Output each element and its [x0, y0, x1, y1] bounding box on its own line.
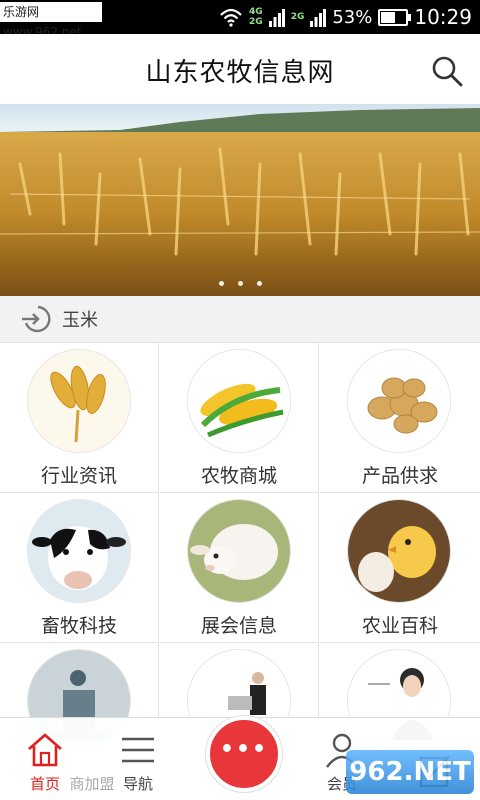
site-logo-watermark: 962.NET	[346, 750, 474, 794]
grid-item-label: 行业资讯	[40, 465, 117, 487]
carousel-dot[interactable]	[237, 281, 243, 286]
clock: 10:29	[414, 5, 472, 29]
wheat-icon	[27, 349, 131, 453]
grid-item-supply-demand[interactable]: 产品供求	[320, 343, 480, 493]
network-type-labels-2: 2G	[291, 12, 305, 22]
signal-icon-1	[268, 9, 285, 27]
corn-icon	[187, 349, 291, 453]
wifi-icon	[220, 8, 242, 27]
search-icon[interactable]	[430, 54, 464, 88]
notice-text: 玉米	[62, 310, 98, 331]
net-2g-label-2: 2G	[290, 12, 305, 22]
battery-percent: 53%	[332, 6, 373, 28]
net-4g-label: 4G	[249, 7, 263, 17]
tab-navigation[interactable]: 导航	[98, 731, 178, 794]
grid-item-industry-news[interactable]: 行业资讯	[0, 343, 159, 493]
wheat-field-image	[0, 104, 480, 296]
site-watermark: 乐游网 www.962.net	[0, 2, 102, 39]
grid-item-exhibition-info[interactable]: 展会信息	[160, 493, 319, 643]
net-2g-label: 2G	[249, 17, 263, 27]
grid-item-label: 产品供求	[361, 465, 438, 487]
app-header: 山东农牧信息网	[0, 34, 480, 105]
more-fab-button[interactable]: •••	[206, 716, 282, 792]
enter-icon	[22, 305, 51, 333]
chick-icon	[347, 499, 451, 603]
carousel-indicators[interactable]	[0, 281, 480, 286]
carousel-dot[interactable]	[256, 281, 262, 286]
cow-icon	[27, 499, 131, 603]
menu-icon	[122, 737, 154, 763]
grid-item-agri-mall[interactable]: 农牧商城	[160, 343, 319, 493]
grid-item-label: 农业百科	[361, 615, 438, 637]
notice-bar[interactable]: 玉米	[0, 296, 480, 343]
grid-item-agri-encyclopedia[interactable]: 农业百科	[320, 493, 480, 643]
grid-item-label: 农牧商城	[200, 465, 277, 487]
grid-item-label: 畜牧科技	[40, 615, 117, 637]
status-icons: 4G 2G 2G 53% 10:29	[219, 4, 472, 30]
banner-carousel[interactable]	[0, 104, 480, 296]
network-type-labels: 4G 2G	[249, 7, 263, 27]
grid-item-livestock-tech[interactable]: 畜牧科技	[0, 493, 159, 643]
potato-icon	[347, 349, 451, 453]
carousel-dot[interactable]	[218, 281, 224, 286]
more-dots-icon: •••	[219, 737, 269, 762]
grid-item-label: 展会信息	[200, 615, 277, 637]
sheep-icon	[187, 499, 291, 603]
tab-navigation-label: 导航	[122, 775, 153, 793]
signal-icon-2	[310, 9, 327, 27]
home-icon	[28, 733, 62, 767]
page-title: 山东农牧信息网	[145, 58, 335, 88]
status-bar: 乐游网 www.962.net 4G 2G 2G 53% 10:29	[0, 0, 480, 39]
battery-icon	[378, 8, 412, 26]
